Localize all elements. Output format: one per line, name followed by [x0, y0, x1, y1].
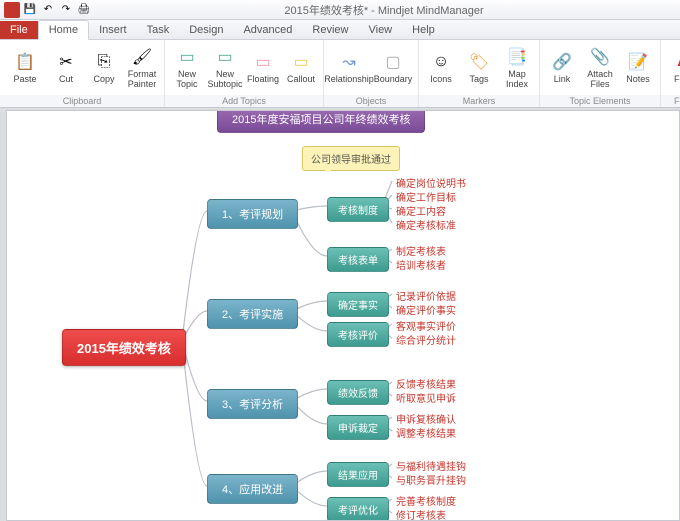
cut-icon: ✂	[55, 51, 77, 73]
tags-icon: 🏷	[468, 51, 490, 73]
group-label: Markers	[419, 95, 539, 107]
save-icon[interactable]: 💾	[22, 2, 38, 18]
index-icon: 📑	[506, 46, 528, 68]
leaf[interactable]: 听取意见申诉	[392, 389, 460, 406]
font-button[interactable]: AFont	[665, 42, 680, 94]
undo-icon[interactable]: ↶	[40, 2, 56, 18]
sub-1-1[interactable]: 考核制度	[327, 197, 389, 222]
new-subtopic-button[interactable]: ▭New Subtopic	[207, 42, 243, 94]
map-index-button[interactable]: 📑Map Index	[499, 42, 535, 94]
group-markers: ☺Icons 🏷Tags 📑Map Index Markers	[419, 40, 540, 107]
branch-3[interactable]: 3、考评分析	[207, 389, 298, 419]
callout-icon: ▭	[290, 51, 312, 73]
leaf[interactable]: 调整考核结果	[392, 424, 460, 441]
leaf[interactable]: 培训考核者	[392, 256, 450, 273]
mindmap: 2015年度安福项目公司年终绩效考核 2015年绩效考核 公司领导审批通过 1、…	[7, 111, 679, 520]
link-icon: 🔗	[551, 51, 573, 73]
icons-button[interactable]: ☺Icons	[423, 42, 459, 94]
print-icon[interactable]: 🖨	[76, 2, 92, 18]
group-clipboard: 📋Paste ✂Cut ⎘Copy 🖌Format Painter Clipbo…	[0, 40, 165, 107]
relationship-icon: ↝	[338, 51, 360, 73]
cut-button[interactable]: ✂Cut	[48, 42, 84, 94]
tab-design[interactable]: Design	[179, 21, 233, 39]
leaf[interactable]: 与职务晋升挂钩	[392, 471, 470, 488]
callout-button[interactable]: ▭Callout	[283, 42, 319, 94]
group-add-topics: ▭New Topic ▭New Subtopic ▭Floating ▭Call…	[165, 40, 324, 107]
paste-button[interactable]: 📋Paste	[4, 42, 46, 94]
font-icon: A	[672, 51, 680, 73]
group-font: AFont Font	[661, 40, 680, 107]
sub-2-2[interactable]: 考核评价	[327, 322, 389, 347]
floating-button[interactable]: ▭Floating	[245, 42, 281, 94]
group-label: Clipboard	[0, 95, 164, 107]
ribbon: 📋Paste ✂Cut ⎘Copy 🖌Format Painter Clipbo…	[0, 40, 680, 108]
sub-2-1[interactable]: 确定事实	[327, 292, 389, 317]
group-topic-elements: 🔗Link 📎Attach Files 📝Notes Topic Element…	[540, 40, 661, 107]
tab-view[interactable]: View	[358, 21, 402, 39]
format-painter-button[interactable]: 🖌Format Painter	[124, 42, 160, 94]
app-logo-icon	[4, 2, 20, 18]
group-objects: ↝Relationship ▢Boundary Objects	[324, 40, 419, 107]
sub-3-2[interactable]: 申诉裁定	[327, 415, 389, 440]
leaf[interactable]: 综合评分统计	[392, 331, 460, 348]
sub-3-1[interactable]: 绩效反馈	[327, 380, 389, 405]
boundary-button[interactable]: ▢Boundary	[372, 42, 414, 94]
tab-home[interactable]: Home	[38, 20, 89, 40]
relationship-button[interactable]: ↝Relationship	[328, 42, 370, 94]
paste-icon: 📋	[14, 51, 36, 73]
group-label: Objects	[324, 95, 418, 107]
tags-button[interactable]: 🏷Tags	[461, 42, 497, 94]
tab-task[interactable]: Task	[137, 21, 180, 39]
topic-icon: ▭	[176, 46, 198, 68]
quick-access-toolbar: 💾 ↶ ↷ 🖨	[4, 2, 92, 18]
sub-4-2[interactable]: 考评优化	[327, 497, 389, 521]
brush-icon: 🖌	[131, 46, 153, 68]
group-label: Topic Elements	[540, 95, 660, 107]
ribbon-tabs: File Home Insert Task Design Advanced Re…	[0, 20, 680, 40]
redo-icon[interactable]: ↷	[58, 2, 74, 18]
map-canvas[interactable]: 2015年度安福项目公司年终绩效考核 2015年绩效考核 公司领导审批通过 1、…	[6, 110, 680, 521]
tab-help[interactable]: Help	[402, 21, 445, 39]
attach-icon: 📎	[589, 46, 611, 68]
sub-1-2[interactable]: 考核表单	[327, 247, 389, 272]
group-label: Font	[661, 95, 680, 107]
callout-node[interactable]: 公司领导审批通过	[302, 146, 400, 171]
tab-advanced[interactable]: Advanced	[233, 21, 302, 39]
copy-button[interactable]: ⎘Copy	[86, 42, 122, 94]
branch-2[interactable]: 2、考评实施	[207, 299, 298, 329]
tab-insert[interactable]: Insert	[89, 21, 137, 39]
link-button[interactable]: 🔗Link	[544, 42, 580, 94]
doc-title-node[interactable]: 2015年度安福项目公司年终绩效考核	[217, 110, 425, 133]
subtopic-icon: ▭	[214, 46, 236, 68]
notes-button[interactable]: 📝Notes	[620, 42, 656, 94]
branch-1[interactable]: 1、考评规划	[207, 199, 298, 229]
sub-4-1[interactable]: 结果应用	[327, 462, 389, 487]
new-topic-button[interactable]: ▭New Topic	[169, 42, 205, 94]
leaf[interactable]: 确定考核标准	[392, 216, 460, 233]
boundary-icon: ▢	[382, 51, 404, 73]
root-node[interactable]: 2015年绩效考核	[62, 329, 186, 366]
group-label: Add Topics	[165, 95, 323, 107]
notes-icon: 📝	[627, 51, 649, 73]
branch-4[interactable]: 4、应用改进	[207, 474, 298, 504]
leaf[interactable]: 修订考核表	[392, 506, 450, 521]
icons-icon: ☺	[430, 51, 452, 73]
attach-button[interactable]: 📎Attach Files	[582, 42, 618, 94]
tab-file[interactable]: File	[0, 21, 38, 39]
copy-icon: ⎘	[93, 51, 115, 73]
title-bar: 💾 ↶ ↷ 🖨 2015年绩效考核* - Mindjet MindManager	[0, 0, 680, 20]
leaf[interactable]: 确定评价事实	[392, 301, 460, 318]
floating-icon: ▭	[252, 51, 274, 73]
document-title: 2015年绩效考核* - Mindjet MindManager	[92, 2, 676, 18]
tab-review[interactable]: Review	[302, 21, 358, 39]
